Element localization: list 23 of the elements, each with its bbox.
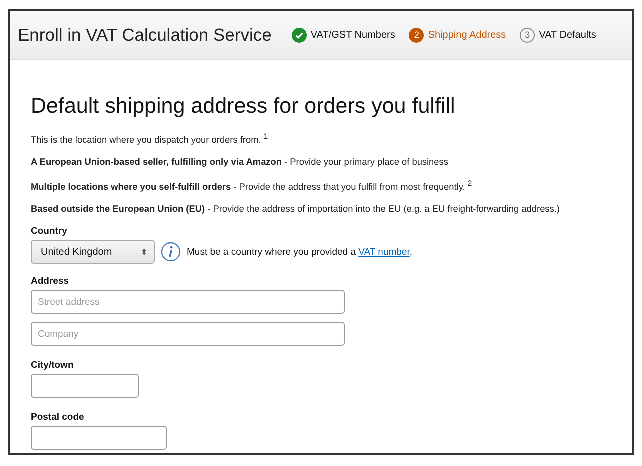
hint-text: Must be a country where you provided a VAT number. [187, 246, 412, 258]
info-text: Multiple locations where you self-fulfill orders - Provide the address that you fulfill from most frequently. $^{2}$ [31, 179, 474, 192]
field-label: Country [31, 226, 68, 238]
info-text: A European Union-based seller, fulfilling only via Amazon - Provide your primary place of business [31, 157, 450, 168]
info-text: Based outside the European Union (EU) - Provide the address of importation into the EU (e.g. a EU freight-forwarding address.) [31, 204, 561, 214]
field-label: Postal code [31, 412, 86, 424]
city-field[interactable] [31, 374, 139, 398]
step-number: 2 [409, 28, 424, 42]
country-select[interactable]: United Kingdom ⬍ [31, 240, 155, 264]
info-icon [161, 242, 181, 262]
step-label: VAT/GST Numbers [310, 30, 396, 40]
field-label: City/town [31, 360, 75, 372]
step-label: VAT Defaults [539, 30, 596, 40]
info-text: This is the location where you dispatch your orders from. $^{1}$ [31, 132, 270, 146]
step-number: 3 [520, 28, 536, 42]
page-title: Enroll in VAT Calculation Service [18, 24, 272, 46]
step-label: Shipping Address [428, 30, 506, 40]
address-field[interactable]: Company [31, 322, 345, 346]
vat-number-link[interactable]: VAT number [358, 246, 410, 258]
section-heading: Default shipping address for orders you fulfill [31, 94, 456, 119]
address-field[interactable]: Street address [31, 290, 345, 314]
postal-code-field[interactable] [31, 426, 167, 450]
field-label: Address [31, 276, 70, 288]
